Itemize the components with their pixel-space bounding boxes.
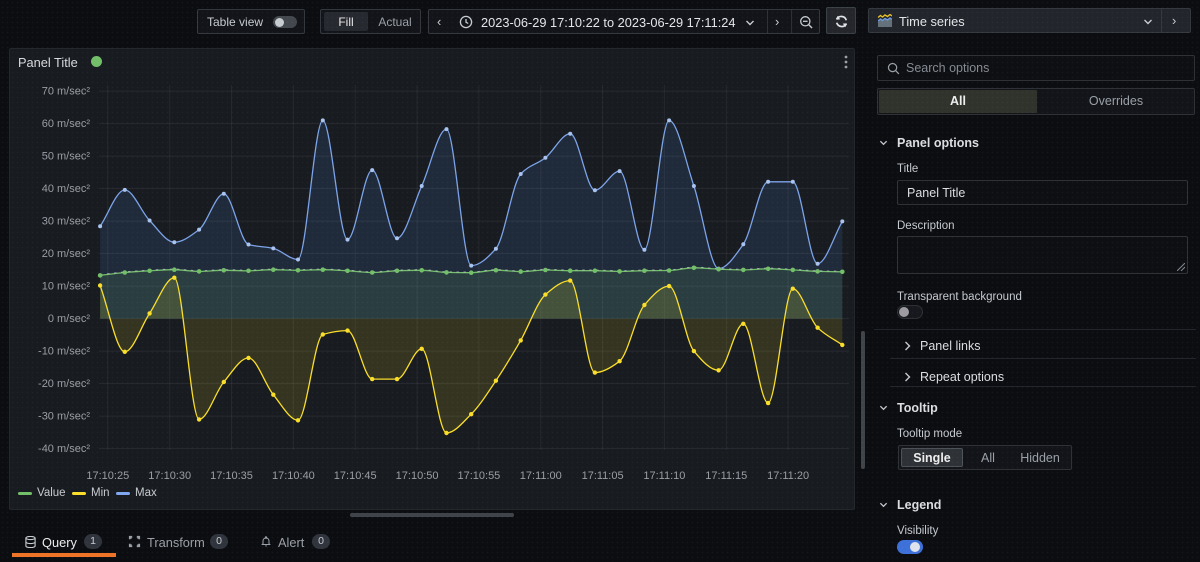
svg-text:17:10:45: 17:10:45 <box>334 470 377 482</box>
svg-text:-20 m/sec²: -20 m/sec² <box>38 378 90 390</box>
svg-text:17:10:30: 17:10:30 <box>148 470 191 482</box>
svg-text:-10 m/sec²: -10 m/sec² <box>38 346 90 358</box>
svg-text:17:11:00: 17:11:00 <box>520 470 562 482</box>
svg-text:40 m/sec²: 40 m/sec² <box>42 183 91 195</box>
svg-text:17:10:35: 17:10:35 <box>210 470 253 482</box>
svg-text:0 m/sec²: 0 m/sec² <box>48 313 91 325</box>
svg-text:10 m/sec²: 10 m/sec² <box>42 281 91 293</box>
svg-text:-40 m/sec²: -40 m/sec² <box>38 443 90 455</box>
svg-text:17:10:25: 17:10:25 <box>86 470 129 482</box>
svg-text:17:11:20: 17:11:20 <box>767 470 809 482</box>
svg-text:30 m/sec²: 30 m/sec² <box>42 216 91 228</box>
svg-text:17:10:50: 17:10:50 <box>396 470 439 482</box>
svg-text:20 m/sec²: 20 m/sec² <box>42 248 91 260</box>
svg-text:17:10:40: 17:10:40 <box>272 470 315 482</box>
svg-text:-30 m/sec²: -30 m/sec² <box>38 411 90 423</box>
svg-text:17:10:55: 17:10:55 <box>457 470 500 482</box>
svg-text:17:11:15: 17:11:15 <box>705 470 747 482</box>
svg-text:70 m/sec²: 70 m/sec² <box>42 86 91 98</box>
svg-text:60 m/sec²: 60 m/sec² <box>42 118 91 130</box>
svg-text:17:11:10: 17:11:10 <box>643 470 685 482</box>
svg-text:50 m/sec²: 50 m/sec² <box>42 151 91 163</box>
svg-text:17:11:05: 17:11:05 <box>582 470 624 482</box>
